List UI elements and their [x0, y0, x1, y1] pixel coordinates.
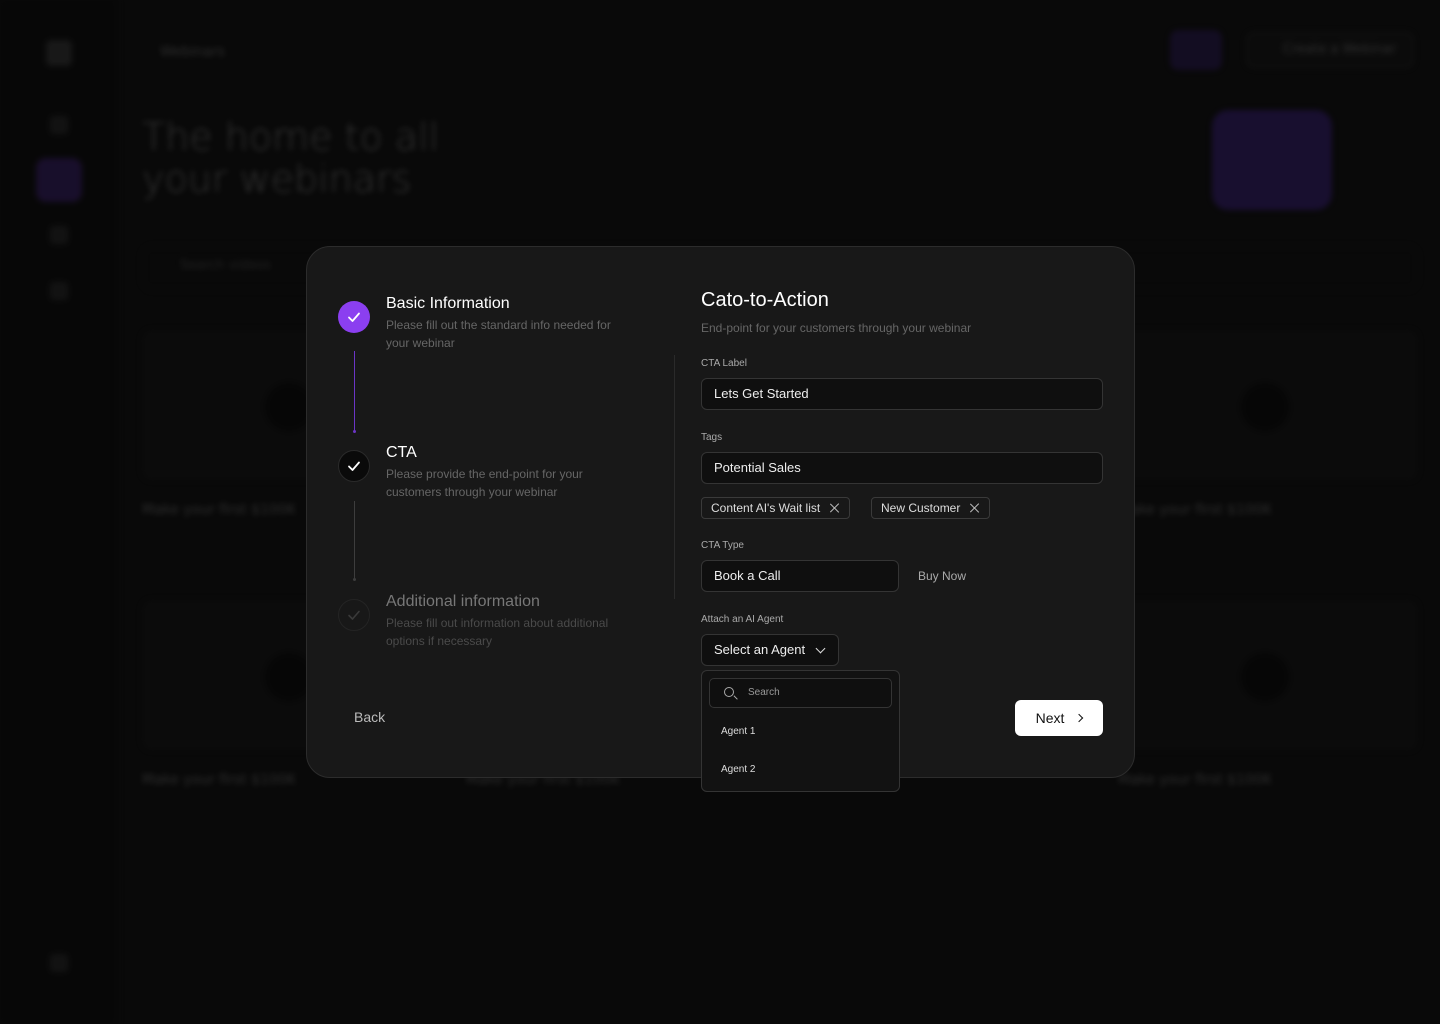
step-title: CTA — [386, 444, 417, 461]
vertical-divider — [674, 355, 675, 599]
search-placeholder: Search — [748, 687, 780, 698]
tag-label: Content AI's Wait list — [711, 501, 821, 515]
step-done-icon — [338, 301, 370, 333]
step-title: Basic Information — [386, 295, 510, 312]
step-current-icon — [338, 450, 370, 482]
step-connector — [353, 351, 356, 433]
remove-tag-icon[interactable] — [970, 503, 980, 513]
step-connector — [353, 501, 356, 581]
cta-label-input[interactable]: Lets Get Started — [701, 378, 1103, 410]
tags-label: Tags — [701, 432, 723, 443]
step-description: Please provide the end-point for your cu… — [386, 467, 583, 499]
step-title: Additional information — [386, 593, 540, 610]
chevron-right-icon — [1075, 713, 1084, 723]
form-subtitle: End-point for your customers through you… — [701, 321, 972, 335]
agent-select-label: Select an Agent — [714, 642, 806, 657]
step-description: Please fill out information about additi… — [386, 616, 609, 648]
cta-label-label: CTA Label — [701, 358, 747, 369]
form-title: Cato-to-Action — [701, 289, 829, 311]
remove-tag-icon[interactable] — [830, 503, 840, 513]
chevron-down-icon — [815, 643, 826, 653]
dropdown-item-agent-2[interactable]: Agent 2 — [721, 764, 755, 775]
next-label: Next — [1035, 710, 1065, 726]
cta-type-label: CTA Type — [701, 540, 744, 551]
tags-input[interactable]: Potential Sales — [701, 452, 1103, 484]
tag-chip: New Customer — [871, 497, 991, 519]
step-todo-icon — [338, 599, 370, 631]
dropdown-item-agent-1[interactable]: Agent 1 — [721, 726, 755, 737]
search-icon — [724, 687, 734, 697]
agent-search-input[interactable]: Search — [709, 678, 892, 708]
cta-type-book-a-call[interactable]: Book a Call — [701, 560, 899, 592]
agent-select[interactable]: Select an Agent — [701, 634, 839, 666]
next-button[interactable]: Next — [1015, 700, 1103, 736]
agent-label: Attach an AI Agent — [701, 614, 784, 625]
tag-label: New Customer — [881, 501, 961, 515]
agent-dropdown: Search Agent 1 Agent 2 — [701, 670, 900, 792]
step-description: Please fill out the standard info needed… — [386, 318, 611, 350]
tag-chip: Content AI's Wait list — [701, 497, 851, 519]
cta-type-buy-now[interactable]: Buy Now — [918, 569, 966, 583]
back-button[interactable]: Back — [354, 709, 385, 725]
